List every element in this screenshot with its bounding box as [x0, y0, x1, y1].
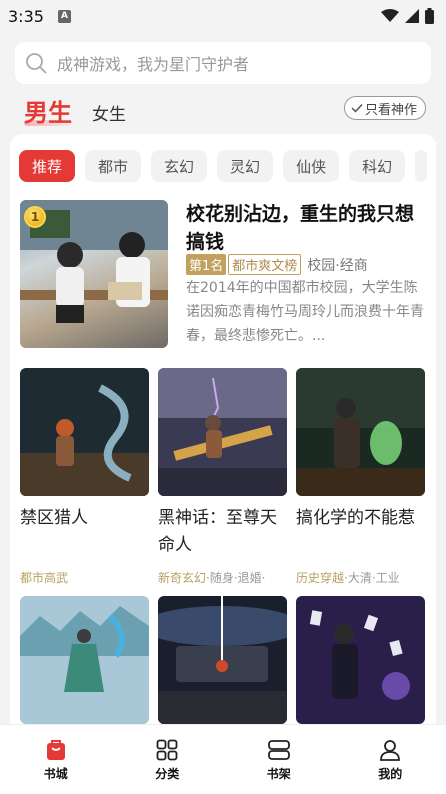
main-card: 推荐 都市 玄幻 灵幻 仙侠 科幻 1 校花别沾边，重生的我只想搞钱 第1名 都… — [10, 134, 436, 734]
book-card[interactable]: 禁区猎人 都市高武 — [20, 368, 149, 586]
cover-art — [296, 368, 425, 496]
nav-label: 书城 — [43, 767, 68, 781]
book-title[interactable]: 搞化学的不能惹 — [296, 505, 425, 561]
category-chip-scifi[interactable]: 科幻 — [349, 150, 406, 182]
book-card[interactable] — [158, 596, 287, 724]
cover-art — [158, 368, 287, 496]
book-cover[interactable] — [158, 368, 287, 496]
app-notification-icon: A — [57, 9, 71, 23]
nav-label: 我的 — [378, 767, 403, 781]
cover-art — [158, 596, 287, 724]
category-chip-fantasy[interactable]: 玄幻 — [151, 150, 208, 182]
tab-male[interactable]: 男生 — [24, 93, 72, 128]
featured-book-title[interactable]: 校花别沾边，重生的我只想搞钱 — [186, 200, 430, 256]
tab-female[interactable]: 女生 — [92, 100, 126, 125]
nav-bookstore[interactable]: 书城 — [0, 725, 112, 794]
profile-icon — [380, 740, 401, 761]
book-meta: 历史穿越·大清·工业 — [296, 569, 425, 586]
only-masterpieces-label: 只看神作 — [364, 102, 417, 118]
only-masterpieces-toggle[interactable]: 只看神作 — [343, 96, 426, 120]
book-meta: 都市高武 — [20, 569, 149, 586]
book-card[interactable] — [20, 596, 149, 724]
nav-label: 分类 — [155, 767, 180, 781]
signal-icon — [405, 9, 419, 23]
featured-book-tags: 第1名 都市爽文榜 校园·经商 — [186, 254, 368, 275]
book-meta-highlight: 都市高武 — [20, 571, 69, 585]
book-cover[interactable] — [20, 368, 149, 496]
book-meta: 新奇玄幻·随身·退婚· — [158, 569, 287, 586]
category-chip-urban[interactable]: 都市 — [85, 150, 142, 182]
book-meta-highlight: 历史穿越 — [296, 571, 345, 585]
book-cover[interactable] — [296, 596, 425, 724]
category-grid-icon — [156, 739, 178, 761]
book-cover[interactable] — [20, 596, 149, 724]
wifi-icon — [381, 9, 399, 22]
bookshelf-icon — [267, 740, 290, 760]
rank-tag: 第1名 — [186, 254, 227, 275]
genre-tag: 校园·经商 — [307, 257, 368, 274]
featured-book-description: 在2014年的中国都市校园，大学生陈诺因痴恋青梅竹马周玲儿而浪费十年青春，最终悲… — [186, 280, 424, 344]
battery-icon — [425, 8, 434, 24]
book-cover[interactable] — [158, 596, 287, 724]
nav-label: 书架 — [266, 767, 291, 781]
book-card[interactable] — [296, 596, 425, 724]
nav-bookshelf[interactable]: 书架 — [223, 725, 335, 794]
featured-book-cover[interactable]: 1 — [20, 200, 168, 348]
status-bar: 3:35 A — [0, 0, 446, 32]
bottom-nav: 书城 分类 书架 我的 — [0, 724, 446, 794]
book-title[interactable]: 黑神话：至尊天命人 — [158, 505, 287, 561]
category-chip-supernatural[interactable]: 灵幻 — [217, 150, 274, 182]
book-meta-rest: ·随身·退婚· — [206, 571, 266, 585]
book-meta-rest: ·大清·工业 — [344, 571, 400, 585]
book-meta-highlight: 新奇玄幻 — [158, 571, 207, 585]
status-icons — [381, 8, 434, 24]
cover-art — [20, 596, 149, 724]
category-chip-recommend[interactable]: 推荐 — [19, 150, 76, 182]
book-card[interactable]: 搞化学的不能惹 历史穿越·大清·工业 — [296, 368, 425, 586]
search-placeholder: 成神游戏，我为星门守护者 — [57, 55, 250, 74]
category-chip-more[interactable] — [415, 150, 428, 182]
cover-art — [296, 596, 425, 724]
search-icon — [26, 53, 47, 74]
cover-art — [20, 368, 149, 496]
nav-category[interactable]: 分类 — [112, 725, 224, 794]
list-tag[interactable]: 都市爽文榜 — [228, 254, 302, 275]
featured-book[interactable]: 1 校花别沾边，重生的我只想搞钱 第1名 都市爽文榜 校园·经商 在2014年的… — [20, 200, 426, 350]
nav-profile[interactable]: 我的 — [335, 725, 446, 794]
category-chip-xianxia[interactable]: 仙侠 — [283, 150, 340, 182]
book-card[interactable]: 黑神话：至尊天命人 新奇玄幻·随身·退婚· — [158, 368, 287, 586]
book-cover[interactable] — [296, 368, 425, 496]
rank-medal-icon: 1 — [24, 206, 46, 228]
gender-tabs: 男生 女生 — [24, 92, 126, 128]
status-time: 3:35 — [8, 6, 44, 26]
search-input[interactable]: 成神游戏，我为星门守护者 — [15, 42, 431, 84]
check-icon — [351, 103, 363, 113]
bookstore-icon — [46, 740, 65, 760]
category-bar: 推荐 都市 玄幻 灵幻 仙侠 科幻 — [19, 150, 428, 182]
book-title[interactable]: 禁区猎人 — [20, 505, 149, 561]
